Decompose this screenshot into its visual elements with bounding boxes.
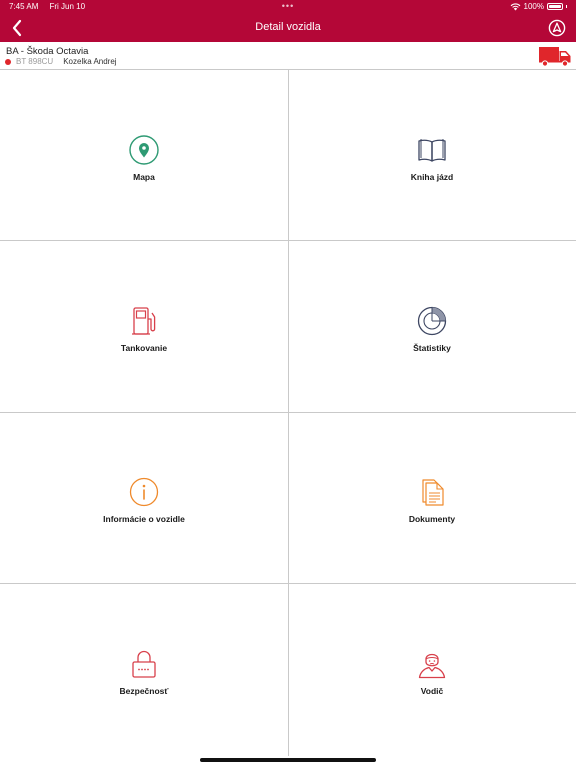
page-title: Detail vozidla <box>255 21 321 33</box>
tile-label: Dokumenty <box>408 513 456 524</box>
tile-label: Kniha jázd <box>410 171 454 182</box>
navigation-arrow-icon[interactable] <box>548 19 566 37</box>
tile-kniha-jazd[interactable]: Kniha jázd <box>288 70 576 241</box>
battery-icon <box>547 3 563 10</box>
vehicle-status-dot <box>5 58 11 65</box>
tile-tankovanie[interactable]: Tankovanie <box>0 241 288 412</box>
tile-label: Informácie o vozidle <box>103 513 185 524</box>
tile-vodic[interactable]: Vodič <box>288 584 576 755</box>
tile-label: Mapa <box>133 171 155 182</box>
vehicle-info-bar: BA - Škoda Octavia BT 898CU Kozelka Andr… <box>0 42 576 70</box>
app-root: 7:45 AM Fri Jun 10 ••• 100% Detail vozid… <box>0 0 576 768</box>
info-icon <box>129 477 159 506</box>
status-right: 100% <box>510 2 567 11</box>
wifi-icon <box>510 2 520 10</box>
tile-label: Bezpečnosť <box>119 685 169 696</box>
tile-dokumenty[interactable]: Dokumenty <box>288 412 576 583</box>
tile-bezpecnost[interactable]: Bezpečnosť <box>0 584 288 755</box>
battery-percent: 100% <box>523 2 544 11</box>
menu-grid: Mapa Kniha jázd Tankovanie Štatistiky In… <box>0 70 576 756</box>
pie-chart-icon <box>417 306 447 335</box>
tile-label: Tankovanie <box>120 342 168 353</box>
vehicle-subline: BT 898CU Kozelka Andrej <box>5 57 117 66</box>
book-icon <box>418 138 446 162</box>
map-pin-icon <box>129 134 159 165</box>
vehicle-plate: BT 898CU <box>16 57 54 66</box>
vehicle-name: BA - Škoda Octavia <box>6 46 89 57</box>
tile-label: Vodič <box>420 685 444 696</box>
lock-icon <box>132 650 156 678</box>
tile-mapa[interactable]: Mapa <box>0 70 288 241</box>
tile-informacie-o-vozidle[interactable]: Informácie o vozidle <box>0 412 288 583</box>
driver-icon <box>418 653 446 678</box>
documents-icon <box>422 478 444 506</box>
tile-label: Štatistiky <box>413 342 451 353</box>
header-bar: 7:45 AM Fri Jun 10 ••• 100% Detail vozid… <box>0 0 576 42</box>
vehicle-driver: Kozelka Andrej <box>63 57 117 66</box>
multitasking-dots[interactable]: ••• <box>0 1 576 11</box>
fuel-pump-icon <box>132 306 156 335</box>
home-indicator[interactable] <box>200 758 376 762</box>
truck-icon <box>539 47 571 67</box>
tile-statistiky[interactable]: Štatistiky <box>288 241 576 412</box>
